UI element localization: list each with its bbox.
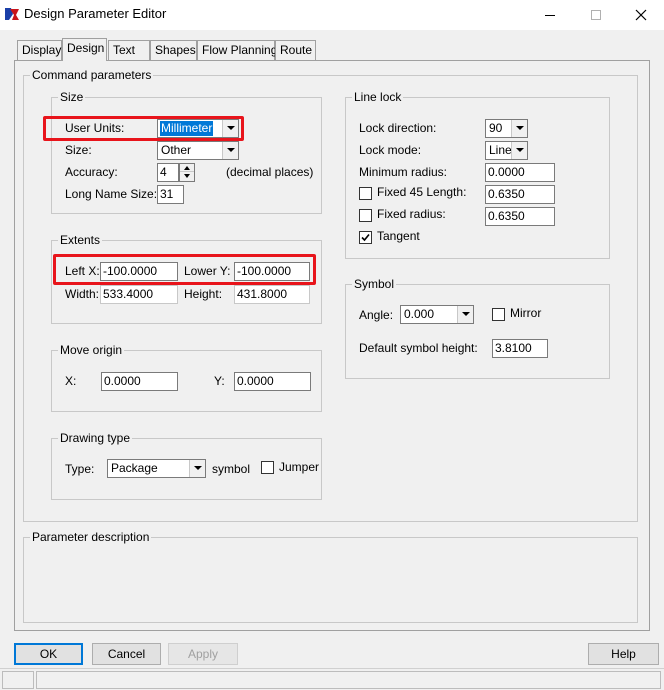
angle-label: Angle:: [359, 308, 394, 322]
chevron-down-icon[interactable]: [511, 142, 527, 159]
spin-up-icon[interactable]: [180, 164, 194, 172]
left-x-label: Left X:: [65, 264, 100, 278]
cancel-button[interactable]: Cancel: [92, 643, 161, 665]
long-name-size-field[interactable]: 31: [157, 185, 184, 204]
mirror-checkbox[interactable]: [492, 308, 505, 321]
group-title: Parameter description: [30, 530, 152, 544]
origin-y-label: Y:: [214, 374, 225, 388]
fixed-45-field[interactable]: 0.6350: [485, 185, 555, 204]
group-title: Line lock: [352, 90, 404, 104]
chevron-down-icon[interactable]: [457, 306, 473, 323]
user-units-label: User Units:: [65, 121, 125, 135]
tab-route[interactable]: Route: [275, 40, 316, 60]
selected-value: Other: [161, 143, 192, 157]
checkmark-icon: [361, 233, 370, 242]
group-title: Move origin: [58, 343, 125, 357]
group-title: Command parameters: [30, 68, 154, 82]
symbol-suffix-label: symbol: [212, 462, 251, 476]
ok-button[interactable]: OK: [14, 643, 83, 665]
size-label: Size:: [65, 143, 92, 157]
jumper-label: Jumper: [279, 460, 320, 474]
tab-design[interactable]: Design: [62, 38, 107, 61]
accuracy-spinner[interactable]: [179, 163, 195, 182]
window-title: Design Parameter Editor: [24, 6, 167, 21]
group-title: Symbol: [352, 277, 397, 291]
status-pane: [36, 671, 661, 689]
status-pane: [2, 671, 34, 689]
drawing-type-select[interactable]: Package: [107, 459, 206, 478]
fixed-45-checkbox[interactable]: [359, 187, 372, 200]
lock-mode-label: Lock mode:: [359, 143, 422, 157]
selected-value: Package: [111, 461, 158, 475]
origin-x-label: X:: [65, 374, 77, 388]
chevron-down-icon[interactable]: [222, 142, 238, 159]
fixed-radius-field[interactable]: 0.6350: [485, 207, 555, 226]
fixed-radius-checkbox[interactable]: [359, 209, 372, 222]
app-icon: [4, 6, 20, 22]
tab-display[interactable]: Display: [17, 40, 62, 60]
group-title: Size: [58, 90, 86, 104]
tangent-checkbox[interactable]: [359, 231, 372, 244]
tab-text[interactable]: Text: [108, 40, 150, 60]
minimize-icon[interactable]: [527, 0, 573, 30]
long-name-size-label: Long Name Size:: [65, 187, 158, 201]
origin-y-field[interactable]: 0.0000: [234, 372, 311, 391]
selected-value: 90: [489, 121, 503, 135]
accuracy-suffix: (decimal places): [226, 165, 314, 179]
lock-mode-select[interactable]: Line: [485, 141, 528, 160]
parameter-description-group: Parameter description: [23, 530, 638, 623]
height-field[interactable]: 431.8000: [234, 285, 310, 304]
accuracy-field[interactable]: 4: [157, 163, 179, 182]
origin-x-field[interactable]: 0.0000: [101, 372, 178, 391]
lower-y-label: Lower Y:: [184, 264, 231, 278]
tangent-label: Tangent: [377, 229, 420, 243]
tab-flow-planning[interactable]: Flow Planning: [197, 40, 277, 60]
selected-value: Millimeter: [160, 121, 214, 136]
lower-y-field[interactable]: -100.0000: [234, 262, 310, 281]
lock-direction-label: Lock direction:: [359, 121, 437, 135]
user-units-select[interactable]: Millimeter: [157, 119, 239, 138]
width-label: Width:: [65, 287, 100, 301]
spin-down-icon[interactable]: [180, 172, 194, 180]
height-label: Height:: [184, 287, 223, 301]
jumper-checkbox[interactable]: [261, 461, 274, 474]
selected-value: 0.000: [404, 307, 435, 321]
fixed-45-label: Fixed 45 Length:: [377, 185, 467, 199]
group-title: Drawing type: [58, 431, 133, 445]
chevron-down-icon[interactable]: [222, 120, 238, 137]
left-x-field[interactable]: -100.0000: [100, 262, 178, 281]
lock-direction-select[interactable]: 90: [485, 119, 528, 138]
fixed-radius-label: Fixed radius:: [377, 207, 446, 221]
tab-shapes[interactable]: Shapes: [150, 40, 197, 60]
minimum-radius-field[interactable]: 0.0000: [485, 163, 555, 182]
group-title: Extents: [58, 233, 103, 247]
selected-value: Line: [489, 143, 512, 157]
minimum-radius-label: Minimum radius:: [359, 165, 448, 179]
apply-button[interactable]: Apply: [168, 643, 238, 665]
chevron-down-icon[interactable]: [189, 460, 205, 477]
default-symbol-height-label: Default symbol height:: [359, 341, 478, 355]
default-symbol-height-field[interactable]: 3.8100: [492, 339, 548, 358]
chevron-down-icon[interactable]: [511, 120, 527, 137]
accuracy-label: Accuracy:: [65, 165, 118, 179]
type-label: Type:: [65, 462, 95, 476]
width-field[interactable]: 533.4000: [100, 285, 178, 304]
angle-select[interactable]: 0.000: [400, 305, 474, 324]
mirror-label: Mirror: [510, 306, 542, 320]
close-icon[interactable]: [618, 0, 664, 30]
symbol-group: Symbol: [345, 277, 610, 379]
help-button[interactable]: Help: [588, 643, 659, 665]
maximize-icon[interactable]: [573, 0, 619, 30]
size-select[interactable]: Other: [157, 141, 239, 160]
